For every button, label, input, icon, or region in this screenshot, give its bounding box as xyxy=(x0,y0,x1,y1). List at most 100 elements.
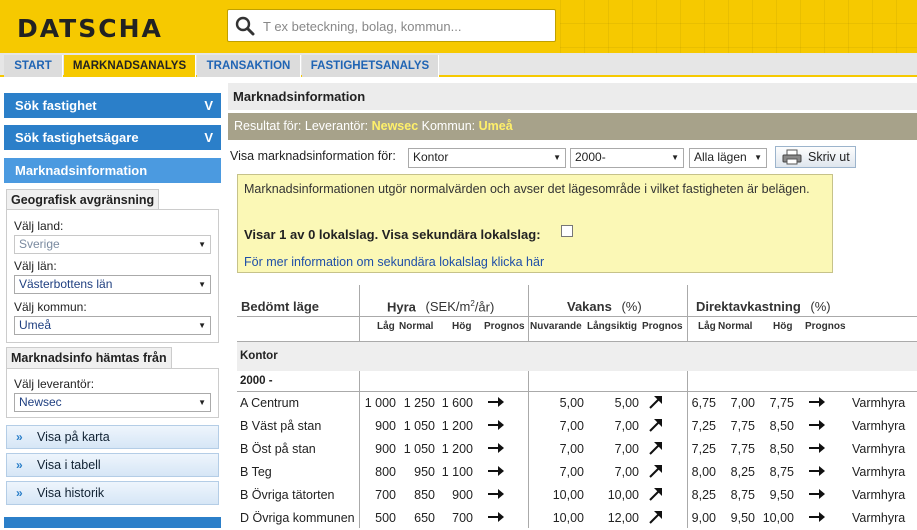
tab-fastighetsanalys[interactable]: FASTIGHETSANALYS xyxy=(302,55,439,77)
sidebar-next-section[interactable] xyxy=(4,517,221,528)
cell-loc: D Övriga kommunen xyxy=(240,511,355,525)
print-button[interactable]: Skriv ut xyxy=(775,146,856,168)
cell-low: 800 xyxy=(375,465,396,479)
info-text: Marknadsinformationen utgör normalvärden… xyxy=(244,182,810,196)
sub-vac-current: Nuvarande xyxy=(530,321,582,332)
cell-high: 1 200 xyxy=(441,442,473,456)
supplier-label: Välj leverantör: xyxy=(14,377,95,391)
arrow-right-icon xyxy=(808,394,826,410)
country-select[interactable]: Sverige ▼ xyxy=(14,235,211,254)
cell-yl: 7,25 xyxy=(691,442,716,456)
cell-norm: 950 xyxy=(414,465,435,479)
county-value: Västerbottens län xyxy=(19,277,113,291)
municipality-value: Umeå xyxy=(19,318,52,332)
year-select[interactable]: 2000- ▼ xyxy=(570,148,684,168)
cell-high: 1 200 xyxy=(441,419,473,433)
search-input[interactable]: T ex beteckning, bolag, kommun... xyxy=(227,9,556,42)
cell-low: 500 xyxy=(375,511,396,525)
cell-type: Varmhyra xyxy=(852,396,906,410)
chevron-down-icon: ▼ xyxy=(754,153,762,162)
cell-norm: 1 050 xyxy=(403,419,435,433)
supplier-value: Newsec xyxy=(19,395,62,409)
cell-yn: 7,75 xyxy=(730,442,755,456)
result-supplier: Newsec xyxy=(371,119,419,133)
show-on-map-button[interactable]: » Visa på karta xyxy=(6,425,219,449)
cell-norm: 1 050 xyxy=(403,442,435,456)
logo[interactable]: DATSCHA xyxy=(17,14,163,43)
municipality-select[interactable]: Umeå ▼ xyxy=(14,316,211,335)
result-prefix: Resultat för: Leverantör: xyxy=(234,119,369,133)
secondary-info-link[interactable]: För mer information om sekundära lokalsl… xyxy=(244,255,544,269)
header-yield-unit: (%) xyxy=(810,299,831,314)
chevron-down-icon: ▼ xyxy=(198,240,206,249)
arrow-right-icon xyxy=(808,440,826,456)
cell-vl: 10,00 xyxy=(607,488,639,502)
arrow-right-icon xyxy=(808,463,826,479)
header-location: Bedömt läge xyxy=(241,299,320,314)
secondary-checkbox[interactable] xyxy=(561,225,573,237)
arrow-right-icon xyxy=(487,509,505,525)
tab-transaktion[interactable]: TRANSAKTION xyxy=(197,55,301,77)
county-label: Välj län: xyxy=(14,259,57,273)
arrow-right-icon xyxy=(808,417,826,433)
location-value: Alla lägen xyxy=(694,150,747,164)
sub-rent-forecast: Prognos xyxy=(484,321,525,332)
sub-rent-low: Låg xyxy=(377,321,395,332)
chevron-down-icon: V xyxy=(204,98,213,113)
cell-vn: 10,00 xyxy=(552,511,584,525)
arrow-right-icon xyxy=(487,463,505,479)
sub-yield-low: Låg xyxy=(698,321,716,332)
header-vacancy: Vakans (%) xyxy=(567,299,642,314)
cell-vl: 12,00 xyxy=(607,511,639,525)
county-select[interactable]: Västerbottens län ▼ xyxy=(14,275,211,294)
table-row: A Centrum 1 000 1 250 1 600 5,00 5,00 6,75 7,00… xyxy=(237,392,917,415)
table-row: D Övriga kommunen 500 650 700 10,00 12,00 9,00… xyxy=(237,507,917,530)
cell-yh: 8,75 xyxy=(769,465,794,479)
printer-icon xyxy=(782,149,802,165)
chevron-down-icon: ▼ xyxy=(198,398,206,407)
header-yield: Direktavkastning (%) xyxy=(696,299,831,314)
show-history-button[interactable]: » Visa historik xyxy=(6,481,219,505)
market-info-button[interactable]: Marknadsinformation xyxy=(4,158,221,183)
cell-norm: 850 xyxy=(414,488,435,502)
header-yield-label: Direktavkastning xyxy=(696,299,801,314)
search-owner-button[interactable]: Sök fastighetsägare V xyxy=(4,125,221,150)
location-select[interactable]: Alla lägen ▼ xyxy=(689,148,767,168)
chevron-down-icon: ▼ xyxy=(553,153,561,162)
header-divider xyxy=(237,316,917,317)
type-value: Kontor xyxy=(413,150,449,164)
sub-yield-normal: Normal xyxy=(718,321,753,332)
tab-marknadsanalys[interactable]: MARKNADSANALYS xyxy=(64,55,196,77)
cell-yl: 6,75 xyxy=(691,396,716,410)
cell-vl: 7,00 xyxy=(614,419,639,433)
cell-yl: 9,00 xyxy=(691,511,716,525)
search-icon xyxy=(235,16,255,36)
cell-norm: 650 xyxy=(414,511,435,525)
table-row: B Öst på stan 900 1 050 1 200 7,00 7,00 7,25 7,… xyxy=(237,438,917,461)
search-property-button[interactable]: Sök fastighet V xyxy=(4,93,221,118)
cell-yn: 7,00 xyxy=(730,396,755,410)
cell-high: 1 100 xyxy=(441,465,473,479)
cell-yl: 8,25 xyxy=(691,488,716,502)
supplier-select[interactable]: Newsec ▼ xyxy=(14,393,211,412)
tab-start[interactable]: START xyxy=(4,55,63,77)
cell-low: 900 xyxy=(375,442,396,456)
cell-loc: B Öst på stan xyxy=(240,442,316,456)
cell-yn: 9,50 xyxy=(730,511,755,525)
cell-norm: 1 250 xyxy=(403,396,435,410)
sub-yield-high: Hög xyxy=(773,321,793,332)
show-in-table-button[interactable]: » Visa i tabell xyxy=(6,453,219,477)
cell-vn: 10,00 xyxy=(552,488,584,502)
table-row: B Väst på stan 900 1 050 1 200 7,00 7,00 7,25 7… xyxy=(237,415,917,438)
search-owner-label: Sök fastighetsägare xyxy=(15,130,139,145)
cell-type: Varmhyra xyxy=(852,442,906,456)
type-select[interactable]: Kontor ▼ xyxy=(408,148,566,168)
cell-yh: 10,00 xyxy=(762,511,794,525)
arrow-right-icon xyxy=(808,509,826,525)
header-vacancy-unit: (%) xyxy=(621,299,642,314)
cell-loc: B Övriga tätorten xyxy=(240,488,335,502)
sub-vac-longterm: Långsiktig xyxy=(587,321,638,332)
cell-yl: 7,25 xyxy=(691,419,716,433)
header-pattern xyxy=(560,0,917,53)
cell-vn: 7,00 xyxy=(559,442,584,456)
